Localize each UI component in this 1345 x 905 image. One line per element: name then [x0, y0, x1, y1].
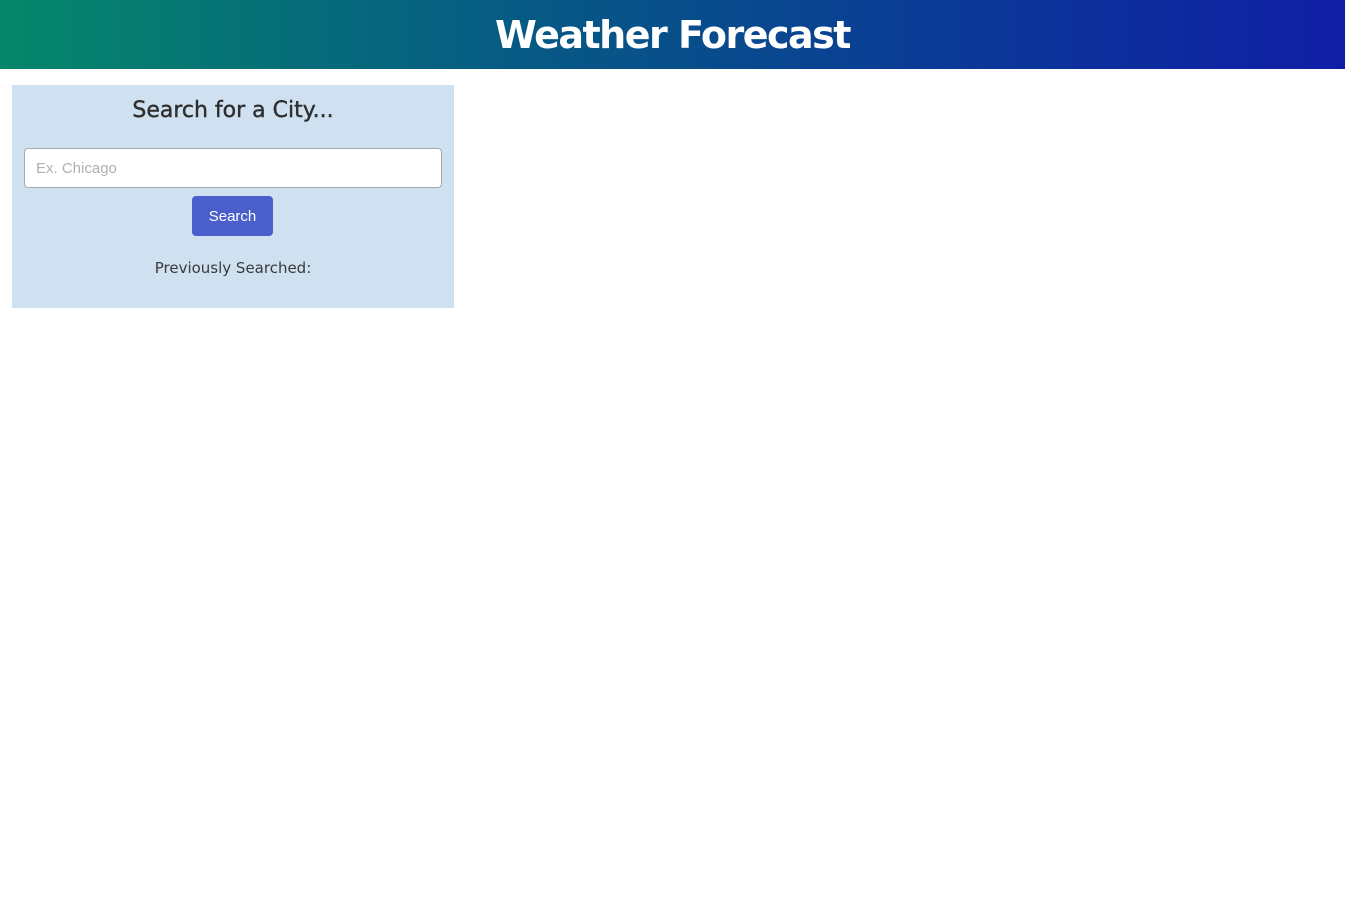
search-button[interactable]: Search: [192, 196, 273, 236]
search-heading: Search for a City...: [132, 98, 334, 123]
previously-searched-label: Previously Searched:: [154, 259, 312, 277]
app-header: Weather Forecast: [0, 0, 1345, 69]
page-title: Weather Forecast: [495, 12, 851, 57]
city-search-input[interactable]: [24, 148, 442, 188]
search-panel: Search for a City... Search Previously S…: [12, 85, 454, 308]
